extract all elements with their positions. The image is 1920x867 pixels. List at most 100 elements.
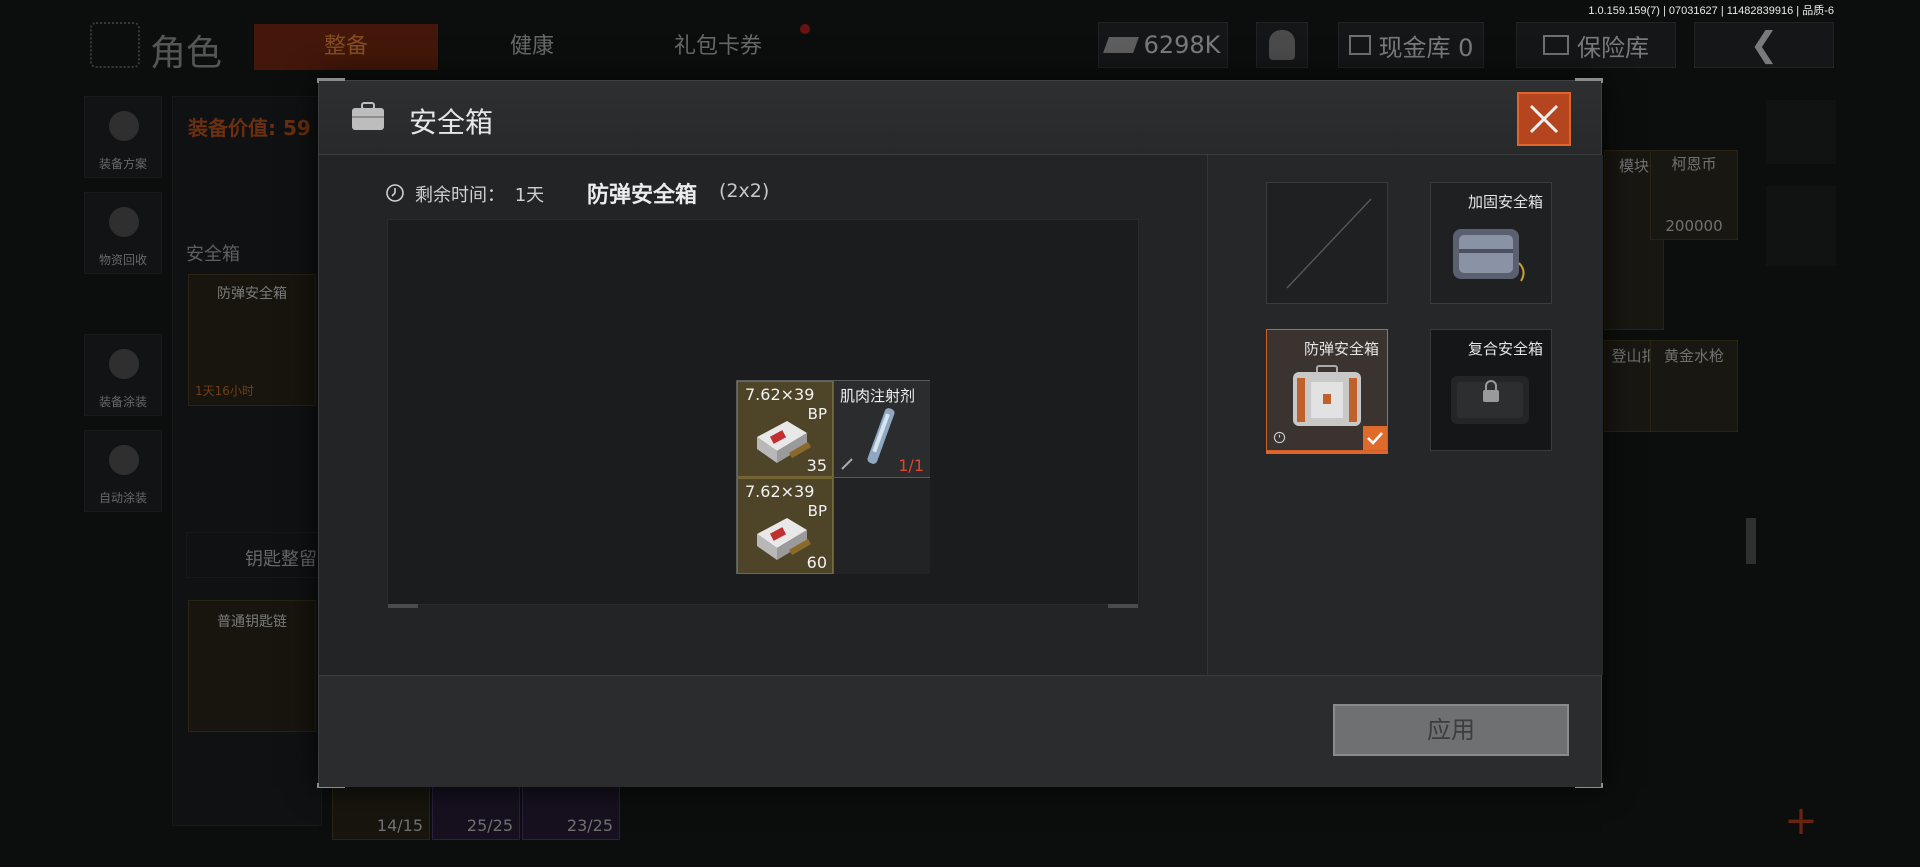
weapon-slot-3-count: 23/25 <box>566 816 613 835</box>
dialog-footer: 应用 <box>319 675 1601 787</box>
weapon-slot-1[interactable]: 14/15 <box>332 784 430 840</box>
clock-icon <box>1273 431 1286 444</box>
close-button[interactable] <box>1517 92 1571 146</box>
keychain-label: 普通钥匙链 <box>217 614 287 630</box>
key-section-header: 钥匙整留 <box>186 532 322 578</box>
paint-button[interactable]: 装备涂装 <box>84 334 162 416</box>
case-selection-section: 加固安全箱 防弹安全箱 复合安全箱 <box>1207 155 1603 675</box>
case-option-label: 加固安全箱 <box>1467 193 1543 211</box>
case-option-label: 防弹安全箱 <box>1303 340 1379 358</box>
cash-icon <box>1102 37 1139 53</box>
item-name: 肌肉注射剂 <box>840 387 916 405</box>
briefcase-icon <box>352 102 384 130</box>
item-ammo-slot[interactable]: 7.62×39 BP 35 <box>737 381 833 477</box>
paint-icon <box>109 349 139 379</box>
tab-gift-vouchers[interactable]: 礼包卡券 <box>626 24 810 70</box>
case-option-label: 复合安全箱 <box>1467 340 1543 358</box>
item-name: 7.62×39 <box>745 482 815 501</box>
apply-button[interactable]: 应用 <box>1333 704 1569 756</box>
gold-water-gun-card[interactable]: 黄金水枪 <box>1650 340 1738 432</box>
item-grid: 7.62×39 BP 35 肌肉注射剂 1/1 7.62×39 BP 60 <box>736 380 930 574</box>
secure-case-section-label: 安全箱 <box>186 244 240 265</box>
insurance-vault-button[interactable]: 保险库 <box>1516 22 1676 68</box>
coin-card[interactable]: 柯恩币 200000 <box>1650 150 1738 240</box>
cash-vault-button[interactable]: 现金库 0 <box>1338 22 1484 68</box>
loadout-plan-button[interactable]: 装备方案 <box>84 96 162 178</box>
item-injector-slot[interactable]: 肌肉注射剂 1/1 <box>834 381 930 477</box>
empty-slash-icon <box>1286 198 1372 289</box>
auto-paint-button[interactable]: 自动涂装 <box>84 430 162 512</box>
weapon-slot-2-count: 25/25 <box>466 816 513 835</box>
insurance-icon <box>1543 35 1569 55</box>
case-size: (2x2) <box>719 180 770 202</box>
back-button[interactable]: ❮ <box>1694 22 1834 68</box>
key-section-label: 钥匙整留 <box>245 549 317 570</box>
auto-paint-label: 自动涂装 <box>98 491 147 505</box>
secure-case-dialog: 安全箱 剩余时间： 1天 防弹安全箱 (2x2) 7.62×39 BP 35 肌… <box>317 78 1603 788</box>
page-title: 角色 <box>150 33 223 74</box>
character-logo-icon <box>90 22 140 68</box>
recycle-label: 物资回收 <box>98 253 147 267</box>
remaining-time-value: 1天 <box>514 185 545 206</box>
item-count: 60 <box>806 553 827 572</box>
item-subtype: BP <box>807 502 827 520</box>
case-name: 防弹安全箱 <box>587 183 698 208</box>
coin-card-label: 柯恩币 <box>1671 155 1717 173</box>
dialog-title: 安全箱 <box>409 106 494 139</box>
recycle-button[interactable]: 物资回收 <box>84 192 162 274</box>
case-option-empty[interactable] <box>1266 182 1388 304</box>
scrollbar-thumb[interactable] <box>1746 518 1756 564</box>
syringe-type-icon <box>841 458 853 470</box>
lock-icon <box>1483 380 1499 402</box>
add-icon[interactable]: + <box>1766 796 1836 846</box>
loadout-plan-icon <box>109 111 139 141</box>
weapon-slot-2[interactable]: 25/25 <box>432 784 520 840</box>
coin-card-value: 200000 <box>1665 217 1723 235</box>
secure-case-slot-label: 防弹安全箱 <box>217 286 287 302</box>
case-option-composite[interactable]: 复合安全箱 <box>1430 329 1552 451</box>
case-option-bulletproof[interactable]: 防弹安全箱 <box>1266 329 1388 451</box>
avatar-icon <box>1269 30 1295 60</box>
currency-display: 6298K <box>1098 22 1228 68</box>
vault-icon <box>1348 35 1371 55</box>
secure-case-slot-timer: 1天16小时 <box>195 384 254 398</box>
item-subtype: BP <box>807 405 827 423</box>
loadout-plan-label: 装备方案 <box>98 157 147 171</box>
paint-label: 装备涂装 <box>98 395 147 409</box>
remaining-time: 剩余时间： 1天 <box>415 181 544 207</box>
remaining-time-label: 剩余时间： <box>415 185 505 206</box>
recycle-icon <box>109 207 139 237</box>
insurance-vault-label: 保险库 <box>1577 33 1649 62</box>
empty-slot[interactable] <box>834 478 930 574</box>
item-ammo-slot[interactable]: 7.62×39 BP 60 <box>737 478 833 574</box>
tab-health[interactable]: 健康 <box>440 24 624 70</box>
selected-check <box>1363 426 1387 450</box>
reinforced-case-icon <box>1453 229 1525 282</box>
weapon-slot-3[interactable]: 23/25 <box>522 784 620 840</box>
item-count: 35 <box>806 456 827 475</box>
edge-decoration <box>388 604 418 608</box>
cash-vault-label: 现金库 0 <box>1378 33 1474 62</box>
sort-button[interactable] <box>1766 186 1836 266</box>
tab-loadout[interactable]: 整备 <box>254 24 438 70</box>
case-contents-section: 剩余时间： 1天 防弹安全箱 (2x2) 7.62×39 BP 35 肌肉注射剂… <box>319 155 1207 675</box>
checkmark-icon <box>1367 432 1383 445</box>
close-icon <box>1529 104 1559 134</box>
weapon-slot-1-count: 14/15 <box>376 816 423 835</box>
clock-icon <box>386 184 404 202</box>
keychain-slot[interactable]: 普通钥匙链 <box>188 600 316 732</box>
version-string: 1.0.159.159(7) | 07031627 | 11482839916 … <box>1588 5 1834 17</box>
case-option-reinforced[interactable]: 加固安全箱 <box>1430 182 1552 304</box>
back-arrow-icon: ❮ <box>1749 25 1779 65</box>
profile-button[interactable] <box>1256 22 1308 68</box>
edge-decoration <box>1108 604 1138 608</box>
notification-dot <box>800 24 810 34</box>
currency-amount: 6298K <box>1143 31 1221 59</box>
equipment-value: 装备价值: 59 <box>188 116 311 140</box>
secure-case-slot[interactable]: 防弹安全箱 1天16小时 <box>188 274 316 406</box>
item-count: 1/1 <box>898 456 924 475</box>
item-name: 7.62×39 <box>745 385 815 404</box>
refresh-button[interactable] <box>1766 100 1836 164</box>
gold-water-gun-label: 黄金水枪 <box>1663 347 1724 365</box>
auto-paint-icon <box>109 445 139 475</box>
